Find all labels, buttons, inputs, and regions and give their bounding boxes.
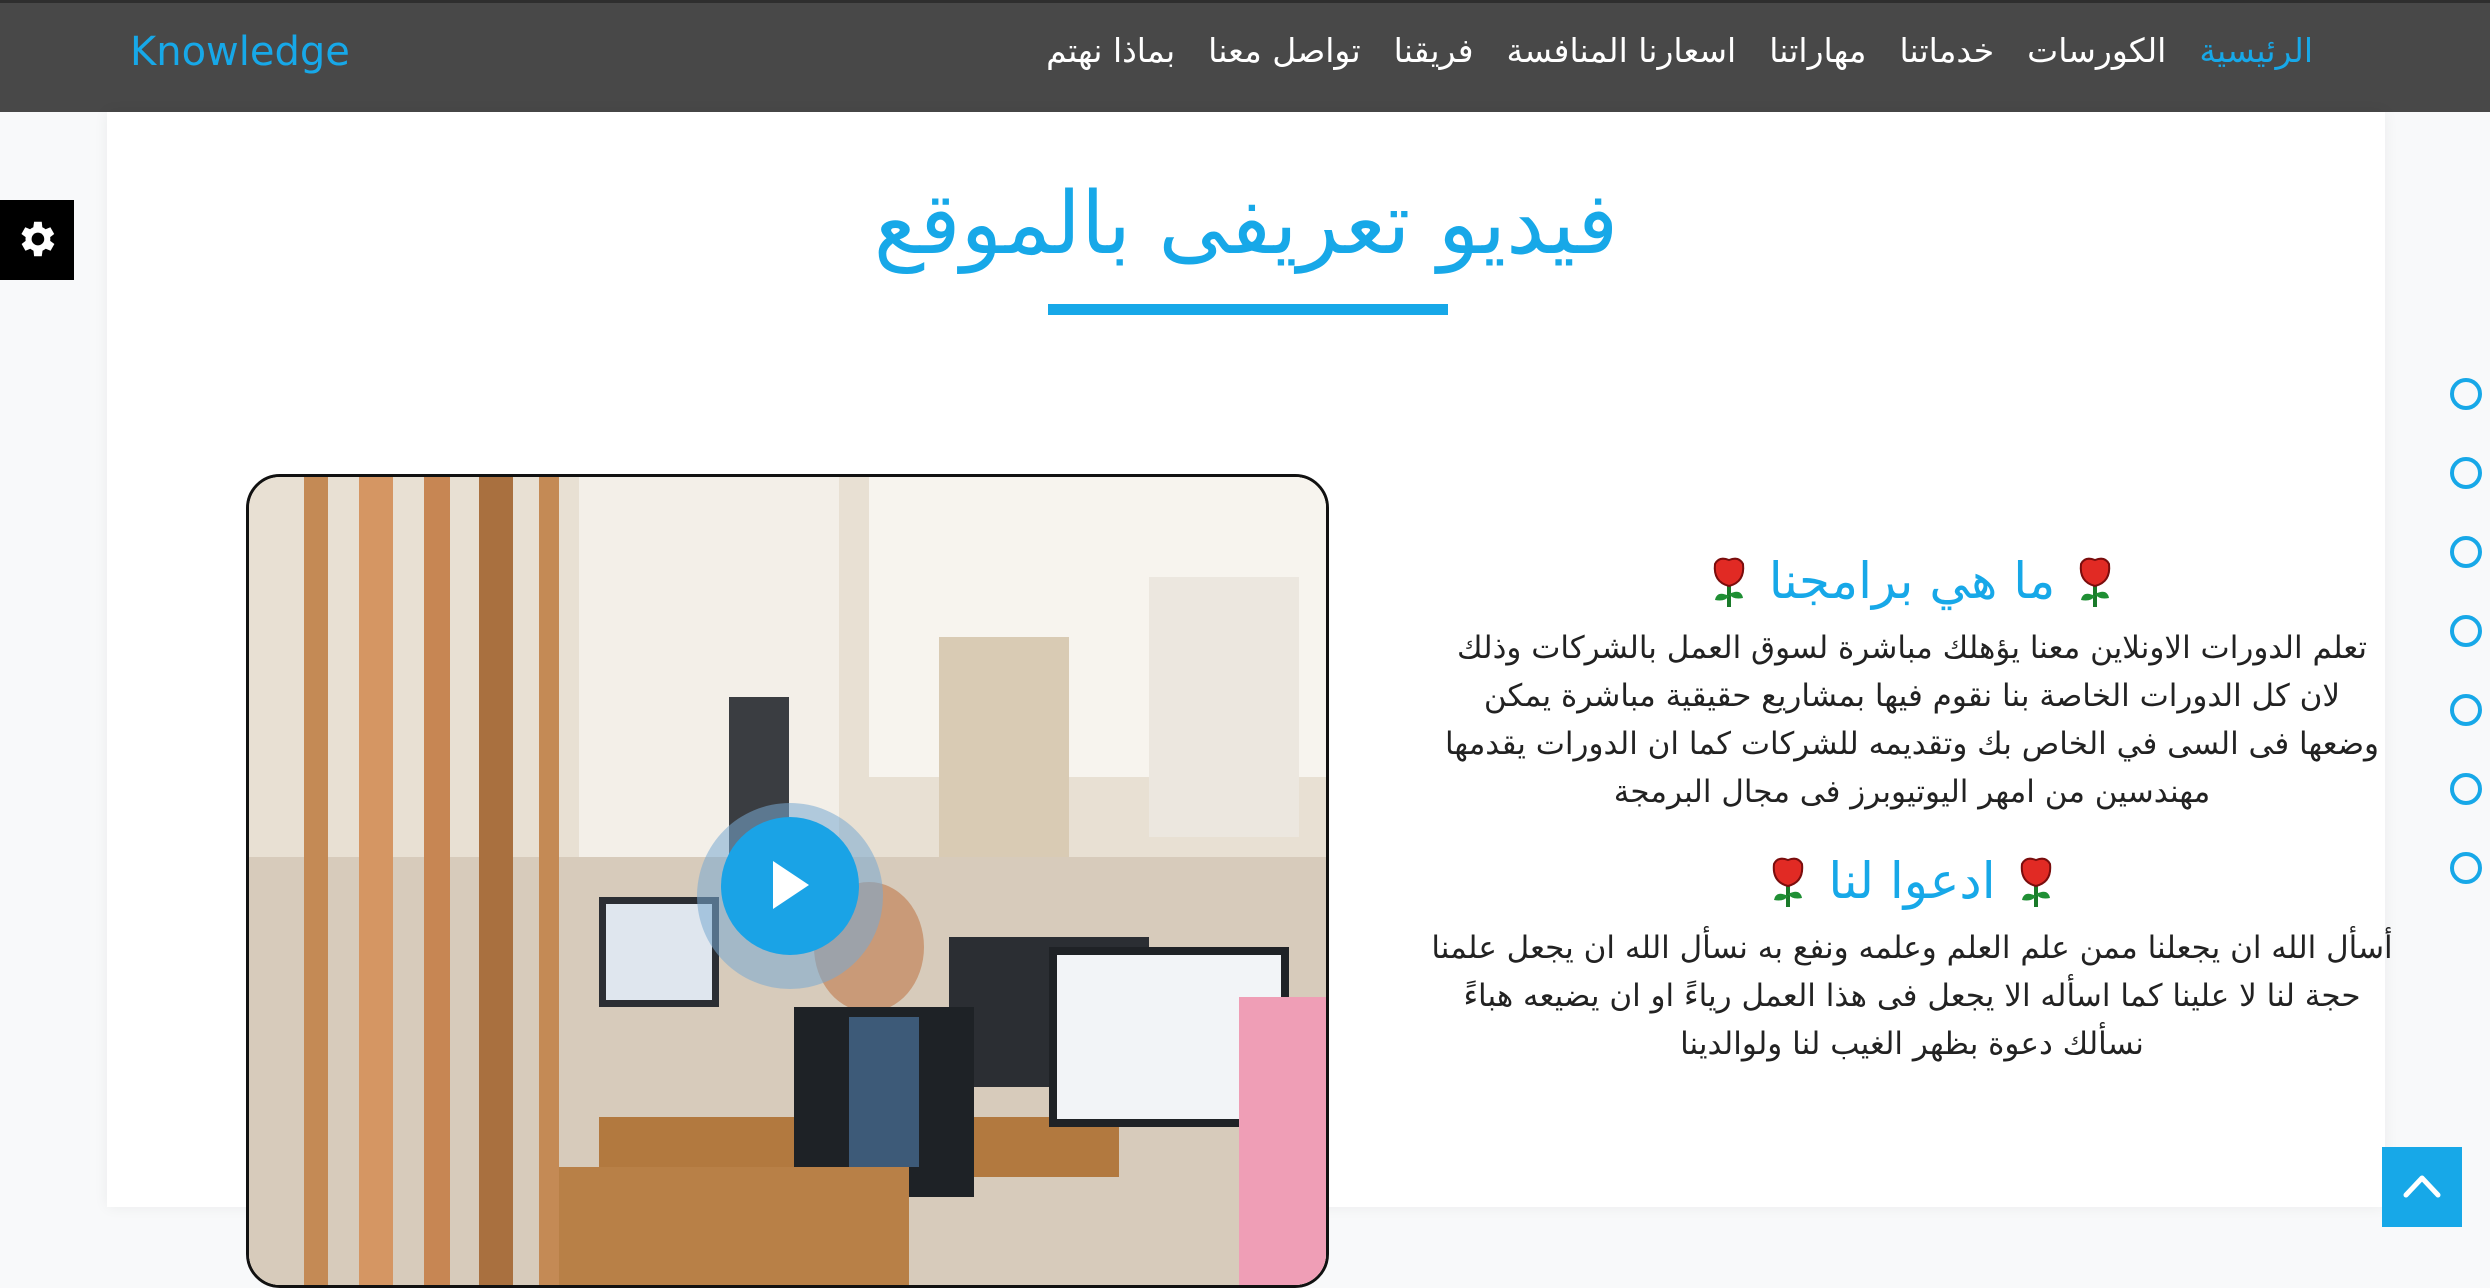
pray-heading: ادعوا لنا [1412, 852, 2412, 910]
programs-heading-text: ما هي برامجنا [1768, 552, 2056, 610]
nav-item-courses[interactable]: الكورسات [2027, 31, 2166, 70]
nav-item-home[interactable]: الرئيسية [2199, 31, 2313, 70]
section-bullet-5[interactable] [2450, 694, 2482, 726]
programs-description: تعلم الدورات الاونلاين معنا يؤهلك مباشرة… [1444, 630, 2380, 810]
nav-item-team[interactable]: فريقنا [1394, 31, 1474, 70]
nav-menu: الرئيسية الكورسات خدماتنا مهاراتنا اسعار… [1046, 31, 2313, 70]
top-navbar: Knowledge الرئيسية الكورسات خدماتنا مهار… [0, 0, 2490, 112]
intro-text-column: ما هي برامجنا تعلم الدورات الاونلاين معن… [1412, 552, 2412, 1068]
settings-toggle[interactable] [0, 200, 74, 280]
rose-icon [2080, 557, 2111, 607]
intro-video-section: فيديو تعريفى بالموقع ما هي برامجنا تعلم … [107, 112, 2393, 1288]
brand-logo[interactable]: Knowledge [130, 29, 350, 75]
play-icon [773, 861, 809, 909]
section-title: فيديو تعريفى بالموقع [873, 174, 1619, 274]
play-button[interactable] [721, 817, 859, 955]
rose-icon [1713, 557, 1744, 607]
pray-heading-text: ادعوا لنا [1828, 852, 1996, 910]
video-thumbnail[interactable] [246, 474, 1329, 1288]
scroll-top-button[interactable] [2382, 1147, 2462, 1227]
rose-icon [1773, 857, 1804, 907]
rose-icon [2020, 857, 2051, 907]
section-bullet-3[interactable] [2450, 536, 2482, 568]
pray-description: أسأل الله ان يجعلنا ممن علم العلم وعلمه … [1431, 930, 2393, 1062]
nav-item-services[interactable]: خدماتنا [1899, 31, 1994, 70]
nav-item-skills[interactable]: مهاراتنا [1769, 31, 1866, 70]
gear-icon [21, 221, 55, 257]
nav-item-why-us[interactable]: بماذا نهتم [1046, 31, 1175, 70]
programs-heading: ما هي برامجنا [1412, 552, 2412, 610]
section-bullet-nav [2450, 378, 2482, 931]
title-underline [1048, 304, 1448, 315]
section-bullet-6[interactable] [2450, 773, 2482, 805]
section-bullet-4[interactable] [2450, 615, 2482, 647]
nav-item-contact[interactable]: تواصل معنا [1208, 31, 1361, 70]
nav-item-pricing[interactable]: اسعارنا المنافسة [1507, 31, 1737, 70]
section-bullet-7[interactable] [2450, 852, 2482, 884]
chevron-up-icon [2403, 1175, 2441, 1198]
section-bullet-1[interactable] [2450, 378, 2482, 410]
section-bullet-2[interactable] [2450, 457, 2482, 489]
